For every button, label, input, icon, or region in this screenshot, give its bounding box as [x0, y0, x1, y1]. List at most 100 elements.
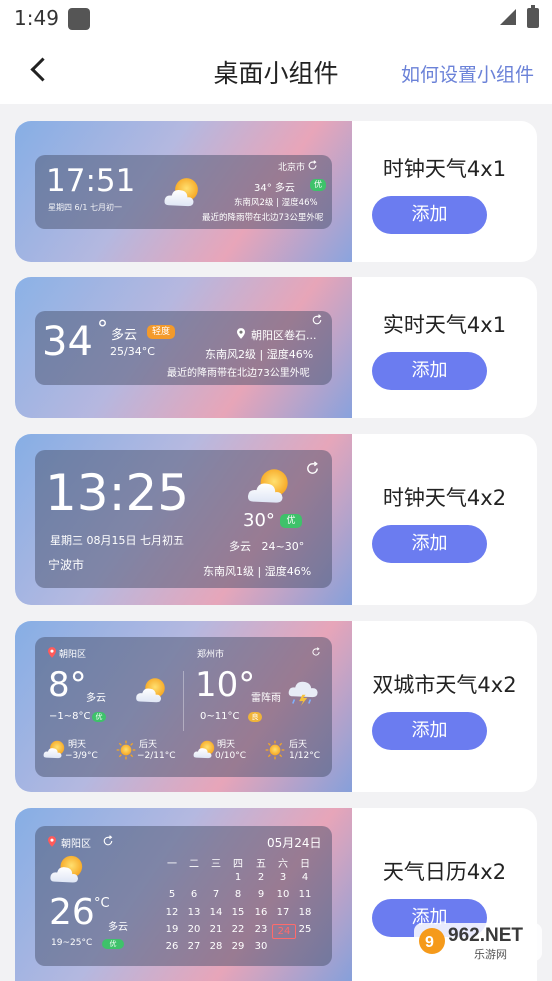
status-time: 1:49 — [14, 6, 59, 30]
forecast-after-tomorrow-label-2: 后天 — [289, 740, 308, 750]
calendar-day[interactable]: 4 — [294, 872, 316, 883]
forecast-tomorrow-range-2: 0/10°C — [215, 751, 246, 761]
add-button-realtime-weather-4x1[interactable]: 添加 — [372, 352, 487, 390]
calendar-day[interactable]: 2 — [250, 872, 272, 883]
calendar-day[interactable]: 14 — [205, 907, 227, 918]
add-button-dual-city-weather-4x2[interactable]: 添加 — [372, 712, 487, 750]
calendar-day[interactable]: 21 — [205, 924, 227, 935]
calendar-day[interactable]: 5 — [161, 889, 183, 900]
widget-card-realtime-weather-4x1: 34 ° 多云 轻度 25/34°C 朝阳区卷石... 东南风2级 | 湿度46… — [15, 277, 537, 418]
calendar-weekday: 四 — [233, 859, 243, 870]
aqi-badge: 优 — [102, 939, 124, 949]
widget-preview: 13:25 星期三 08月15日 七月初五 宁波市 30° 优 多云 24~30… — [15, 434, 352, 605]
calendar-day[interactable]: 18 — [294, 907, 316, 918]
location-pin-icon — [237, 328, 245, 339]
widget-panel: 17:51 星期四 6/1 七月初一 北京市 34° 多云 优 东南风2级 | … — [35, 155, 332, 229]
calendar-day[interactable]: 8 — [227, 889, 249, 900]
widget-preview: 朝阳区 郑州市 8° 多云 −1~8°C 优 10° 雷阵雨 0~11°C 良 … — [15, 621, 352, 792]
calendar-day[interactable]: 16 — [250, 907, 272, 918]
calendar-day[interactable]: 3 — [272, 872, 294, 883]
calendar-day[interactable]: 13 — [183, 907, 205, 918]
calendar-day[interactable]: 7 — [205, 889, 227, 900]
refresh-icon[interactable] — [305, 461, 320, 476]
degree-symbol: ° — [97, 317, 108, 342]
sunny-icon — [265, 740, 285, 760]
watermark-logo: 9 962.NET 乐游网 — [414, 919, 544, 963]
current-temp: 34 — [42, 319, 93, 365]
calendar-day[interactable]: 26 — [161, 941, 183, 952]
calendar-day[interactable]: 15 — [227, 907, 249, 918]
widget-preview: 朝阳区 05月24日 26 °C 多云 19~25°C 优 一二三四五六日123… — [15, 808, 352, 981]
widget-panel: 朝阳区 郑州市 8° 多云 −1~8°C 优 10° 雷阵雨 0~11°C 良 … — [35, 637, 332, 777]
city-two-aqi: 良 — [248, 712, 262, 722]
refresh-icon[interactable] — [311, 314, 323, 326]
calendar-day[interactable]: 20 — [183, 924, 205, 935]
watermark-text: 962.NET — [448, 925, 523, 946]
city-one-name: 朝阳区 — [59, 650, 87, 660]
widget-panel: 34 ° 多云 轻度 25/34°C 朝阳区卷石... 东南风2级 | 湿度46… — [35, 311, 332, 385]
calendar-day[interactable]: 23 — [250, 924, 272, 935]
calendar-day[interactable]: 25 — [294, 924, 316, 935]
city-two-temp: 10° — [195, 665, 256, 705]
calendar-day[interactable]: 19 — [161, 924, 183, 935]
help-link[interactable]: 如何设置小组件 — [401, 60, 534, 87]
watermark-subtext: 乐游网 — [474, 948, 507, 961]
widget-preview: 34 ° 多云 轻度 25/34°C 朝阳区卷石... 东南风2级 | 湿度46… — [15, 277, 352, 418]
signal-icon — [500, 9, 516, 25]
weather-condition: 多云 — [108, 922, 128, 933]
calendar-day[interactable]: 30 — [250, 941, 272, 952]
city-two-name: 郑州市 — [197, 650, 225, 660]
wind-humidity: 东南风1级 | 湿度46% — [203, 565, 312, 578]
calendar-weekday: 日 — [300, 859, 310, 870]
calendar-day[interactable]: 27 — [183, 941, 205, 952]
calendar-day[interactable]: 28 — [205, 941, 227, 952]
aqi-badge: 优 — [280, 514, 302, 528]
widget-card-dual-city-weather-4x2: 朝阳区 郑州市 8° 多云 −1~8°C 优 10° 雷阵雨 0~11°C 良 … — [15, 621, 537, 792]
partly-cloudy-icon — [134, 676, 170, 706]
forecast-tomorrow-label-2: 明天 — [217, 740, 236, 750]
city-one-range: −1~8°C — [49, 711, 91, 722]
temp-range: 25/34°C — [110, 345, 155, 358]
battery-icon — [527, 5, 539, 28]
widget-name: 时钟天气4x2 — [382, 486, 507, 510]
calendar-day[interactable]: 10 — [272, 889, 294, 900]
wind-humidity: 东南风2级 | 湿度46% — [205, 348, 314, 361]
calendar-day[interactable]: 29 — [227, 941, 249, 952]
rain-forecast: 最近的降雨带在北边73公里外呢 — [167, 368, 310, 379]
add-button-clock-weather-4x2[interactable]: 添加 — [372, 525, 487, 563]
forecast-after-tomorrow-range: −2/11°C — [137, 751, 176, 761]
calendar-day[interactable]: 22 — [227, 924, 249, 935]
clock-date: 星期四 6/1 七月初一 — [48, 203, 122, 212]
calendar-day[interactable]: 6 — [183, 889, 205, 900]
city-two-range: 0~11°C — [200, 711, 240, 722]
calendar-weekday: 五 — [256, 859, 266, 870]
partly-cloudy-icon — [245, 466, 295, 508]
widget-name: 天气日历4x2 — [382, 860, 507, 884]
forecast-after-tomorrow-range-2: 1/12°C — [289, 751, 320, 761]
aqi-badge: 优 — [310, 179, 326, 191]
clock-time: 13:25 — [45, 464, 190, 522]
refresh-icon[interactable] — [311, 647, 321, 657]
clock-time: 17:51 — [46, 163, 136, 199]
refresh-icon[interactable] — [307, 160, 318, 171]
city-name: 朝阳区 — [61, 839, 91, 850]
calendar-day[interactable]: 17 — [272, 907, 294, 918]
calendar-date: 05月24日 — [267, 836, 322, 850]
calendar-day[interactable]: 12 — [161, 907, 183, 918]
calendar-day[interactable]: 24 — [272, 924, 296, 939]
widget-card-clock-weather-4x1: 17:51 星期四 6/1 七月初一 北京市 34° 多云 优 东南风2级 | … — [15, 121, 537, 262]
temp-condition: 34° 多云 — [254, 183, 295, 194]
refresh-icon[interactable] — [102, 835, 114, 847]
watermark-number: 9 — [425, 934, 434, 951]
city-one-condition: 多云 — [86, 693, 106, 704]
sunny-icon — [116, 740, 136, 760]
partly-cloudy-icon — [48, 853, 88, 887]
calendar-weekday: 一 — [167, 859, 177, 870]
calendar-day[interactable]: 1 — [227, 872, 249, 883]
widget-panel: 13:25 星期三 08月15日 七月初五 宁波市 30° 优 多云 24~30… — [35, 450, 332, 588]
calendar-day[interactable]: 9 — [250, 889, 272, 900]
calendar-day[interactable]: 11 — [294, 889, 316, 900]
add-button-clock-weather-4x1[interactable]: 添加 — [372, 196, 487, 234]
forecast-after-tomorrow-label: 后天 — [139, 740, 158, 750]
app-header: 桌面小组件 如何设置小组件 — [0, 36, 552, 104]
